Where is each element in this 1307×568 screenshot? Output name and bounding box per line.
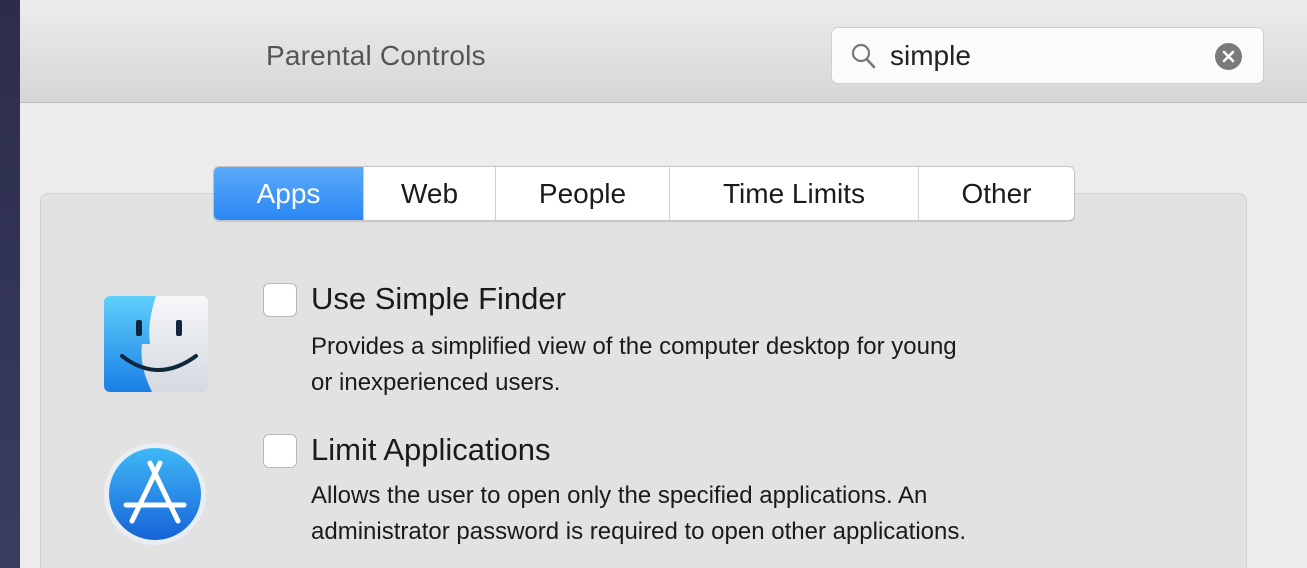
limit-applications-description-line-1: Allows the user to open only the specifi…	[311, 482, 928, 509]
tab-apps[interactable]: Apps	[214, 167, 363, 220]
search-field[interactable]	[831, 27, 1264, 84]
tab-web[interactable]: Web	[363, 167, 495, 220]
use-simple-finder-label[interactable]: Use Simple Finder	[311, 281, 566, 317]
limit-applications-label[interactable]: Limit Applications	[311, 432, 551, 468]
use-simple-finder-checkbox[interactable]	[263, 283, 297, 317]
tab-other[interactable]: Other	[918, 167, 1074, 220]
limit-applications-description-line-2: administrator password is required to op…	[311, 518, 967, 545]
use-simple-finder-description-line-1: Provides a simplified view of the comput…	[311, 333, 957, 360]
finder-icon	[104, 296, 208, 392]
tab-bar: Apps Web People Time Limits Other	[213, 166, 1075, 221]
window-title: Parental Controls	[266, 40, 486, 71]
search-icon	[851, 43, 876, 69]
search-input[interactable]	[890, 38, 1210, 74]
clear-search-icon[interactable]	[1215, 43, 1242, 70]
tab-people[interactable]: People	[495, 167, 669, 220]
limit-applications-checkbox[interactable]	[263, 434, 297, 468]
preferences-window: Parental Controls Apps Web People Time L…	[20, 0, 1307, 568]
use-simple-finder-description-line-2: or inexperienced users.	[311, 369, 561, 396]
window-toolbar: Parental Controls	[20, 0, 1307, 103]
tab-time-limits[interactable]: Time Limits	[669, 167, 918, 220]
app-store-icon	[104, 443, 206, 545]
